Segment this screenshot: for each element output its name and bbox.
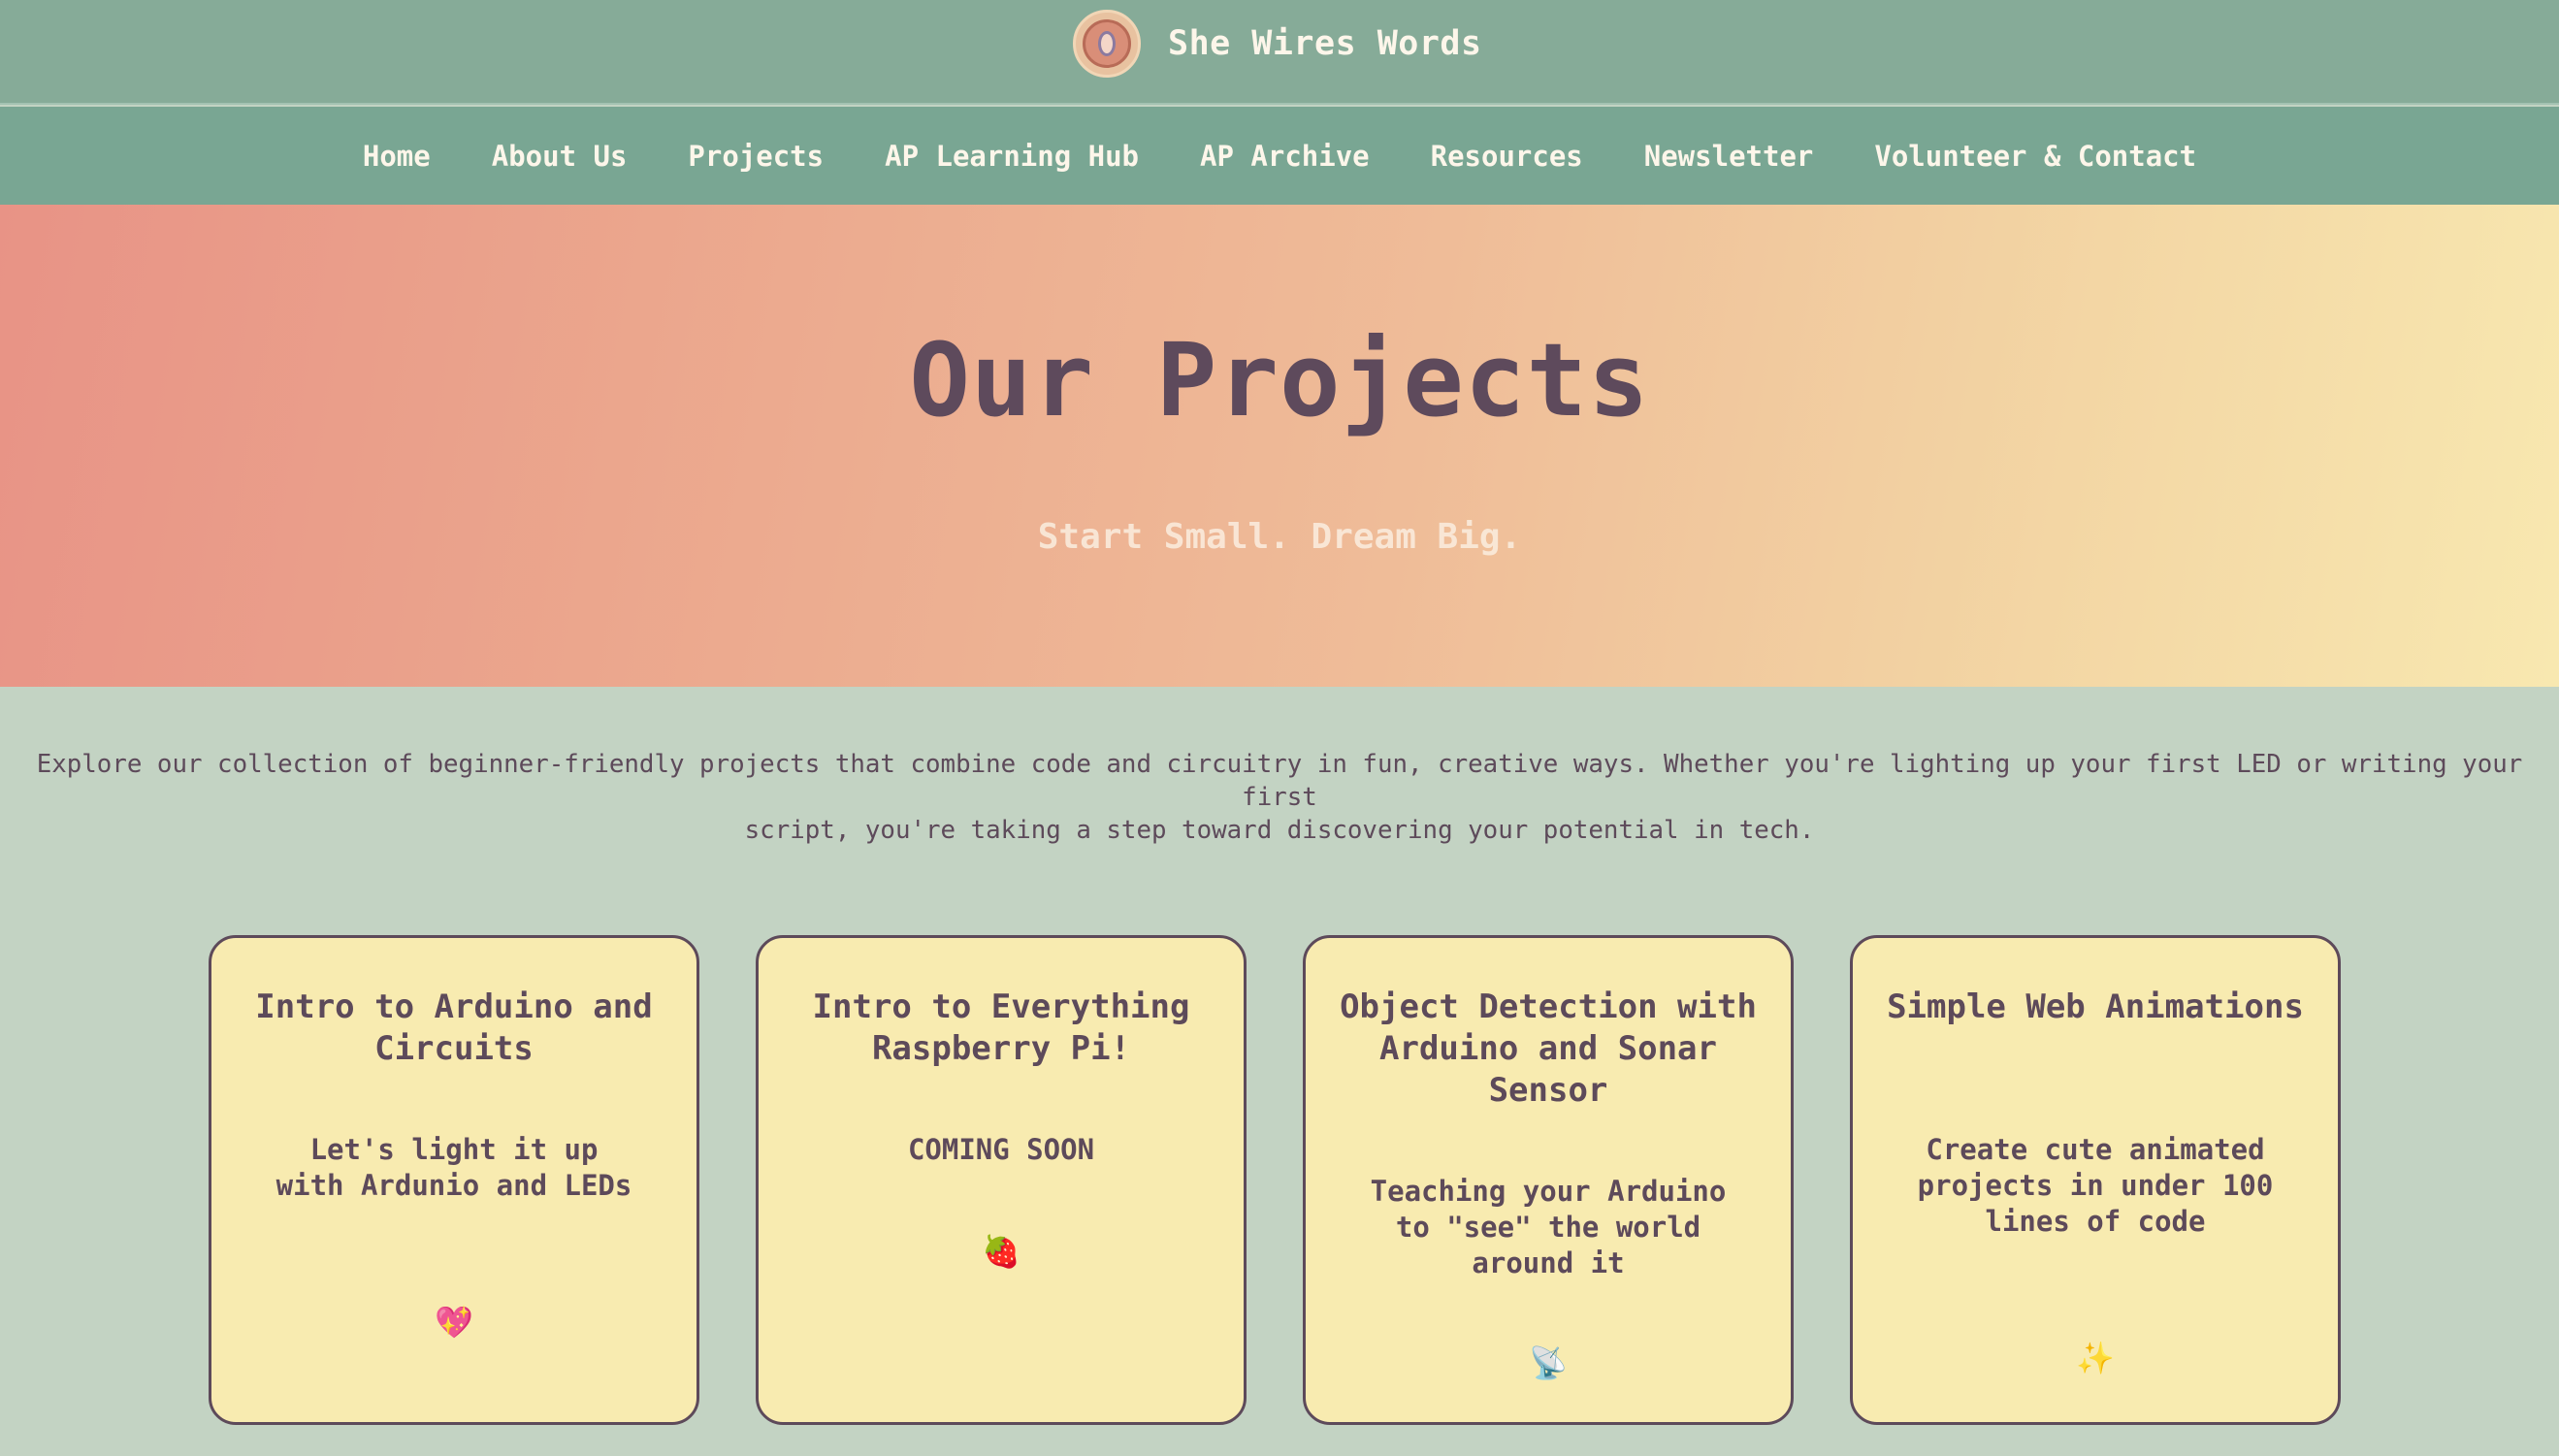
strawberry-icon: 🍓 (982, 1233, 1020, 1270)
card-description: Teaching your Arduino to "see" the world… (1370, 1175, 1727, 1279)
card-title: Simple Web Animations (1887, 987, 2304, 1026)
site-name[interactable]: She Wires Words (1168, 24, 1482, 63)
card-description: COMING SOON (907, 1133, 1095, 1166)
project-card-raspberry-pi[interactable]: Intro to Everything Raspberry Pi! COMING… (756, 935, 1247, 1425)
card-title: Intro to Arduino and Circuits (255, 987, 653, 1068)
nav-item-newsletter[interactable]: Newsletter (1644, 140, 1814, 173)
nav-item-home[interactable]: Home (363, 140, 431, 173)
brand[interactable]: She Wires Words (1073, 9, 1482, 79)
hero-banner: Our Projects Start Small. Dream Big. (0, 205, 2559, 687)
nav-list: Home About Us Projects AP Learning Hub A… (0, 107, 2559, 205)
intro-text: Explore our collection of beginner-frien… (0, 748, 2559, 847)
main-nav: Home About Us Projects AP Learning Hub A… (0, 107, 2559, 205)
card-description: Let's light it up with Ardunio and LEDs (275, 1133, 632, 1202)
nav-item-volunteer-contact[interactable]: Volunteer & Contact (1874, 140, 2196, 173)
card-title: Object Detection with Arduino and Sonar … (1340, 987, 1757, 1110)
intro-line-1: Explore our collection of beginner-frien… (36, 750, 2523, 812)
page-title: Our Projects (909, 321, 1650, 439)
project-card-arduino[interactable]: Intro to Arduino and Circuits Let's ligh… (209, 935, 699, 1425)
card-description: Create cute animated projects in under 1… (1917, 1133, 2274, 1238)
project-card-object-detection[interactable]: Object Detection with Arduino and Sonar … (1303, 935, 1794, 1425)
sparkles-icon: ✨ (2076, 1340, 2115, 1376)
nav-item-resources[interactable]: Resources (1431, 140, 1583, 173)
nav-item-about-us[interactable]: About Us (492, 140, 628, 173)
sparkling-heart-icon: 💖 (435, 1304, 473, 1341)
circuit-logo-icon[interactable] (1073, 10, 1141, 78)
nav-item-ap-learning-hub[interactable]: AP Learning Hub (885, 140, 1139, 173)
hero-subtitle: Start Small. Dream Big. (1037, 517, 1522, 557)
intro-line-2: script, you're taking a step toward disc… (744, 816, 1815, 845)
site-header: She Wires Words (0, 0, 2559, 105)
nav-item-projects[interactable]: Projects (688, 140, 824, 173)
nav-item-ap-archive[interactable]: AP Archive (1200, 140, 1370, 173)
satellite-antenna-icon: 📡 (1529, 1344, 1568, 1381)
project-card-web-animations[interactable]: Simple Web Animations Create cute animat… (1850, 935, 2341, 1425)
card-title: Intro to Everything Raspberry Pi! (812, 987, 1190, 1068)
